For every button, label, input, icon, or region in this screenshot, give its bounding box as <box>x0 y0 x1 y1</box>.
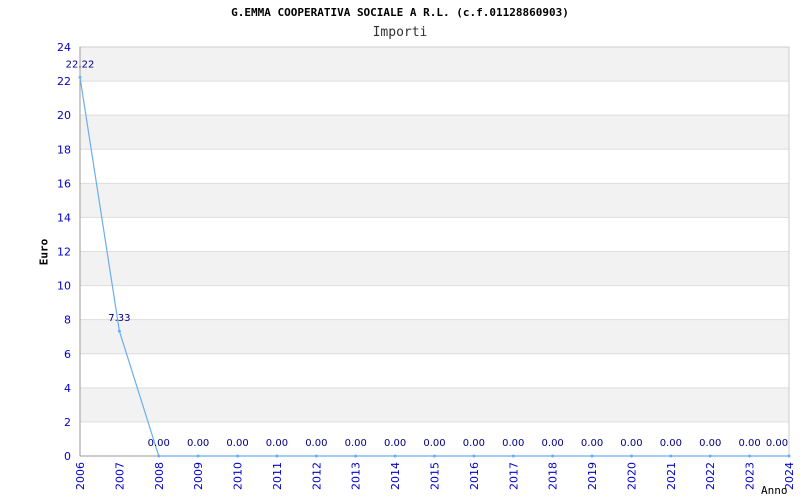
data-point <box>551 454 555 458</box>
x-tick-label: 2013 <box>350 462 363 490</box>
data-point <box>393 454 397 458</box>
data-label: 0.00 <box>266 438 288 449</box>
grid-band <box>80 285 789 320</box>
data-label: 0.00 <box>148 438 170 449</box>
grid-band <box>80 115 789 150</box>
y-tick-label: 14 <box>57 211 71 224</box>
data-label: 0.00 <box>423 438 445 449</box>
data-label: 0.00 <box>384 438 406 449</box>
x-tick-label: 2006 <box>74 462 87 490</box>
x-tick-label: 2010 <box>232 462 245 490</box>
x-tick-label: 2007 <box>113 462 126 490</box>
data-label: 0.00 <box>620 438 642 449</box>
grid-band <box>80 149 789 184</box>
data-point <box>787 454 791 458</box>
y-tick-label: 10 <box>57 280 71 293</box>
grid-band <box>80 81 789 116</box>
x-axis-label: Anno <box>761 484 788 497</box>
data-label: 0.00 <box>738 438 760 449</box>
data-label: 0.00 <box>305 438 327 449</box>
data-label: 0.00 <box>699 438 721 449</box>
data-point <box>157 454 161 458</box>
grid-band <box>80 387 789 422</box>
grid-band <box>80 217 789 252</box>
data-label: 0.00 <box>226 438 248 449</box>
data-point <box>78 75 82 79</box>
x-tick-label: 2022 <box>704 462 717 490</box>
grid-band <box>80 251 789 286</box>
data-point <box>708 454 712 458</box>
x-tick-label: 2011 <box>271 462 284 490</box>
x-tick-label: 2014 <box>389 462 402 490</box>
data-label: 0.00 <box>463 438 485 449</box>
x-tick-label: 2012 <box>310 462 323 490</box>
data-point <box>354 454 358 458</box>
x-tick-label: 2018 <box>547 462 560 490</box>
y-tick-label: 2 <box>64 416 71 429</box>
data-point <box>196 454 200 458</box>
data-label: 22.22 <box>66 59 95 70</box>
data-label: 0.00 <box>542 438 564 449</box>
y-tick-label: 8 <box>64 314 71 327</box>
data-point <box>629 454 633 458</box>
data-label: 0.00 <box>187 438 209 449</box>
data-label: 7.33 <box>108 313 130 324</box>
line-chart: 0246810121416182022242006 2007 2008 2009 201… <box>57 41 796 490</box>
data-point <box>748 454 752 458</box>
x-tick-label: 2020 <box>625 462 638 490</box>
data-label: 0.00 <box>766 438 788 449</box>
data-point <box>669 454 673 458</box>
data-point <box>275 454 279 458</box>
data-point <box>472 454 476 458</box>
x-tick-label: 2016 <box>468 462 481 490</box>
data-label: 0.00 <box>345 438 367 449</box>
x-tick-label: 2015 <box>429 462 442 490</box>
x-tick-label: 2023 <box>744 462 757 490</box>
data-point <box>314 454 318 458</box>
data-label: 0.00 <box>581 438 603 449</box>
x-tick-label: 2008 <box>153 462 166 490</box>
y-tick-label: 4 <box>64 382 71 395</box>
x-tick-label: 2021 <box>665 462 678 490</box>
x-tick-label: 2017 <box>507 462 520 490</box>
data-point <box>236 454 240 458</box>
data-point <box>590 454 594 458</box>
y-tick-label: 16 <box>57 177 71 190</box>
grid-band <box>80 47 789 82</box>
y-tick-label: 24 <box>57 41 71 54</box>
y-tick-label: 20 <box>57 109 71 122</box>
grid-band <box>80 353 789 388</box>
grid-band <box>80 319 789 354</box>
data-point <box>511 454 515 458</box>
data-point <box>433 454 436 458</box>
data-point <box>117 329 121 333</box>
y-tick-label: 0 <box>64 450 71 463</box>
data-label: 0.00 <box>502 438 524 449</box>
x-tick-label: 2019 <box>586 462 599 490</box>
grid-band <box>80 183 789 218</box>
data-label: 0.00 <box>660 438 682 449</box>
y-tick-label: 6 <box>64 348 71 361</box>
y-tick-label: 18 <box>57 143 71 156</box>
x-tick-label: 2009 <box>192 462 205 490</box>
y-tick-label: 12 <box>57 246 71 259</box>
y-tick-label: 22 <box>57 75 71 88</box>
